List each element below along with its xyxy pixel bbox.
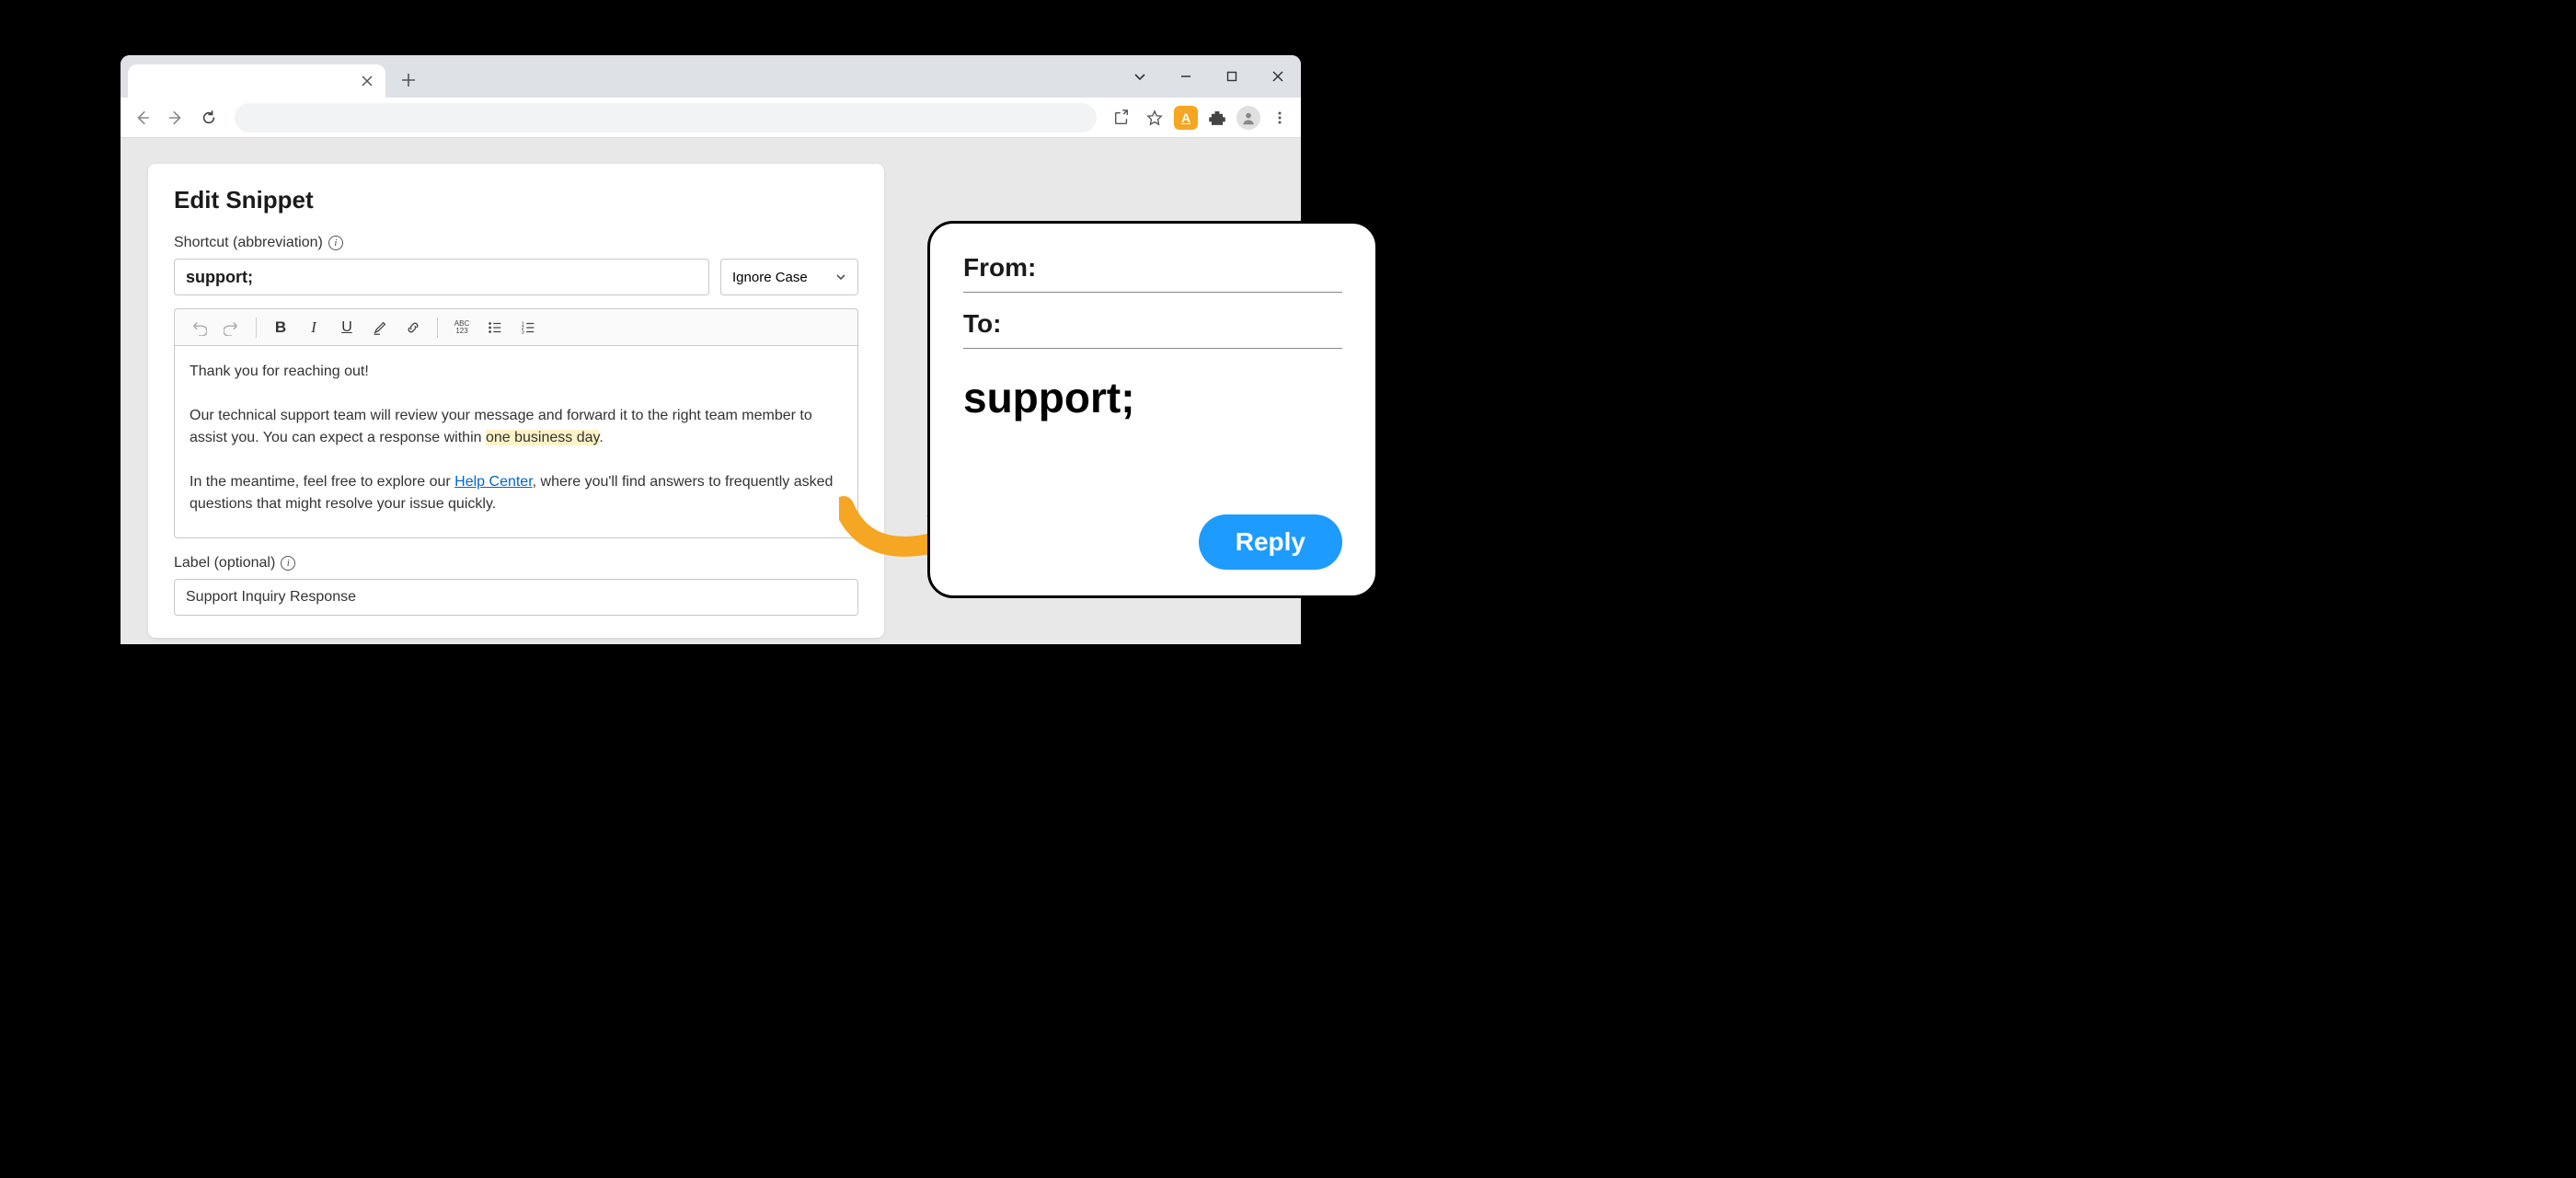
browser-toolbar: A <box>121 98 1301 138</box>
back-button[interactable] <box>128 103 157 133</box>
extensions-icon[interactable] <box>1203 104 1231 132</box>
reply-button[interactable]: Reply <box>1199 514 1342 570</box>
minimize-button[interactable] <box>1163 60 1209 93</box>
maximize-button[interactable] <box>1209 60 1255 93</box>
label-label: Label (optional) i <box>174 555 858 572</box>
info-icon[interactable]: i <box>281 556 295 571</box>
redo-button[interactable] <box>217 314 247 341</box>
chevron-down-icon <box>835 271 846 283</box>
email-from-field: From: <box>963 253 1342 293</box>
bookmark-icon[interactable] <box>1141 104 1168 132</box>
number-list-button[interactable]: 123 <box>513 314 543 341</box>
label-input[interactable] <box>174 579 858 616</box>
underline-button[interactable]: U <box>332 314 362 341</box>
email-to-field: To: <box>963 309 1342 349</box>
highlight-button[interactable] <box>365 314 395 341</box>
snippet-editor-card: Edit Snippet Shortcut (abbreviation) i I… <box>148 164 884 638</box>
reload-button[interactable] <box>194 103 224 133</box>
browser-tab[interactable] <box>128 64 385 98</box>
editor-paragraph: In the meantime, feel free to explore ou… <box>190 471 843 515</box>
extension-badge[interactable]: A <box>1174 106 1198 130</box>
email-compose-text: support; <box>963 373 1342 422</box>
highlighted-text: one business day <box>486 430 599 445</box>
shortcut-label: Shortcut (abbreviation) i <box>174 235 858 251</box>
editor-paragraph: Thank you for reaching out! <box>190 361 843 383</box>
email-preview-card: From: To: support; Reply <box>927 221 1378 598</box>
insert-variable-button[interactable]: ABC123 <box>447 314 477 341</box>
svg-text:3: 3 <box>522 329 524 335</box>
chevron-down-icon[interactable] <box>1117 60 1163 93</box>
case-select[interactable]: Ignore Case <box>720 259 858 295</box>
help-center-link[interactable]: Help Center <box>454 474 533 490</box>
forward-button[interactable] <box>161 103 190 133</box>
profile-button[interactable] <box>1236 106 1260 130</box>
bold-button[interactable]: B <box>266 314 295 341</box>
window-controls <box>1117 55 1301 98</box>
info-icon[interactable]: i <box>328 236 343 250</box>
address-bar[interactable] <box>235 103 1097 133</box>
close-window-button[interactable] <box>1255 60 1301 93</box>
undo-button[interactable] <box>184 314 213 341</box>
editor-toolbar: B I U ABC123 123 <box>174 308 858 345</box>
card-title: Edit Snippet <box>174 186 858 214</box>
tab-bar <box>121 55 1301 98</box>
shortcut-input[interactable] <box>174 259 709 295</box>
close-tab-icon[interactable] <box>358 72 376 90</box>
link-button[interactable] <box>398 314 428 341</box>
menu-icon[interactable] <box>1266 104 1294 132</box>
editor-paragraph: Our technical support team will review y… <box>190 405 843 449</box>
new-tab-button[interactable] <box>395 66 422 94</box>
share-icon[interactable] <box>1108 104 1135 132</box>
bullet-list-button[interactable] <box>480 314 510 341</box>
editor-body[interactable]: Thank you for reaching out! Our technica… <box>174 345 858 538</box>
italic-button[interactable]: I <box>299 314 328 341</box>
